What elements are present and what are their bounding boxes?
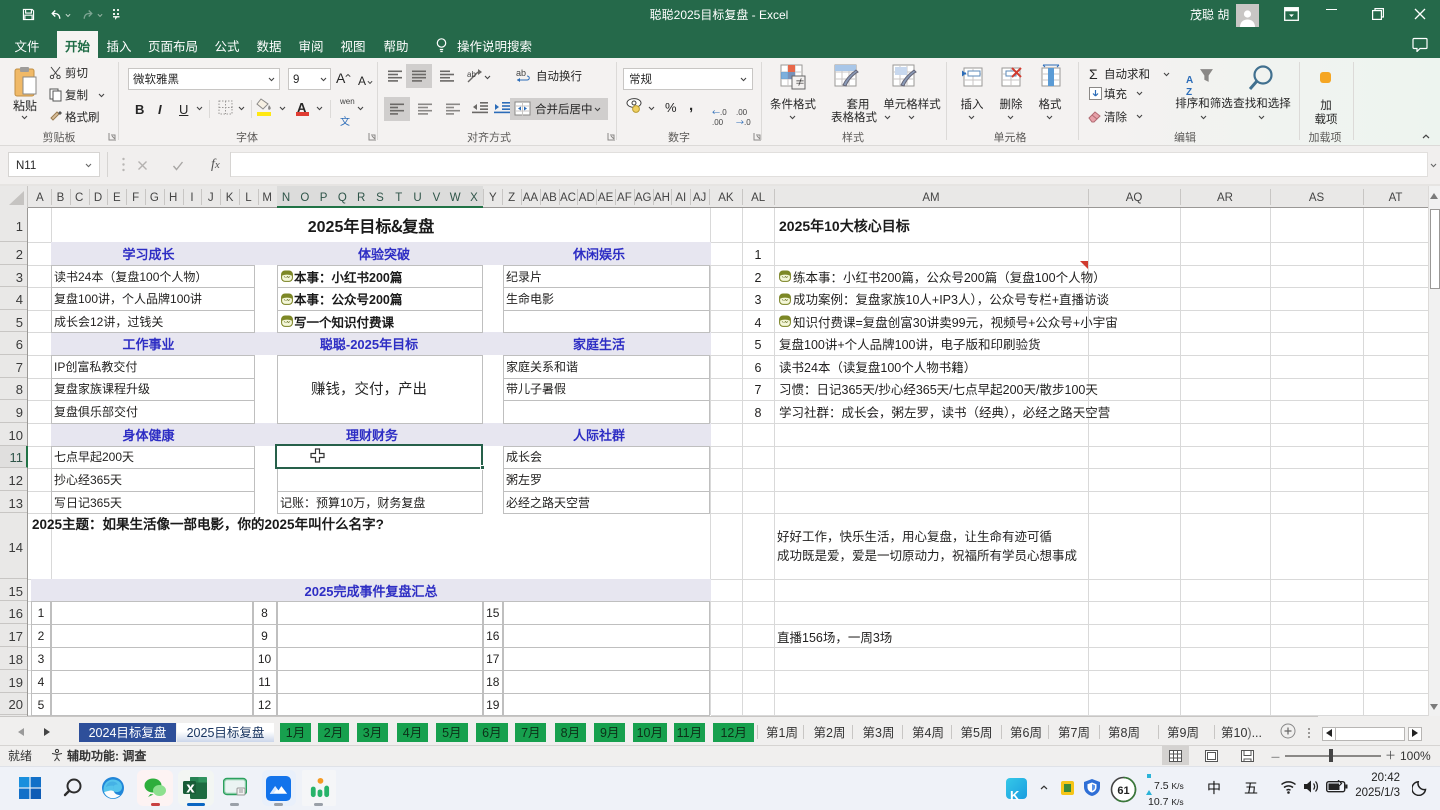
svg-text:ab: ab	[467, 69, 476, 80]
svg-text:ab: ab	[516, 68, 526, 79]
svg-text:≠: ≠	[795, 74, 805, 89]
